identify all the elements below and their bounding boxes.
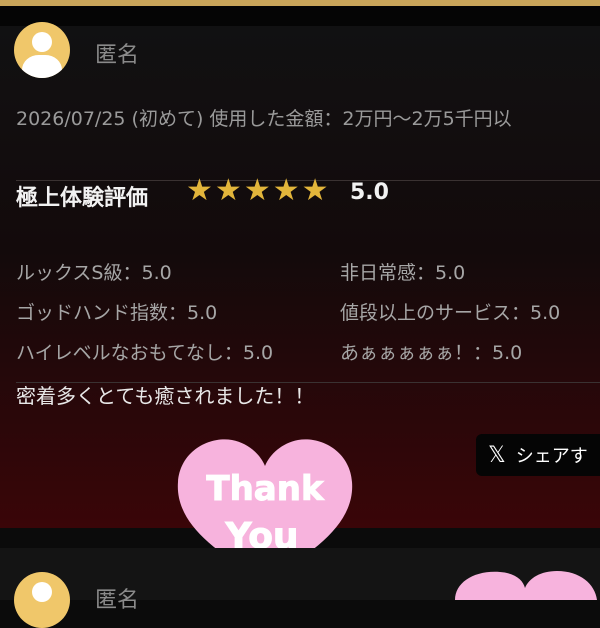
star-icon: ★	[214, 173, 242, 208]
review-comment: 密着多くとても癒されました！！	[16, 384, 315, 408]
reviewer-name: 匿名	[95, 588, 140, 613]
heart-sticker	[455, 571, 597, 600]
attribute-item: 値段以上のサービス：5.0	[340, 302, 561, 324]
sticker-text: Thank	[206, 469, 325, 509]
reviewer-name: 匿名	[95, 43, 140, 68]
star-icon: ★	[272, 173, 300, 208]
star-icon: ★	[243, 173, 271, 208]
user-avatar-icon	[14, 22, 70, 78]
user-avatar-icon	[14, 572, 70, 628]
attribute-item: ハイレベルなおもてなし：5.0	[16, 342, 274, 364]
share-button[interactable]: 𝕏 シェアす	[476, 434, 600, 476]
star-icon: ★	[186, 173, 213, 208]
x-logo-icon: 𝕏	[488, 442, 506, 468]
attribute-item: ルックスS級：5.0	[16, 262, 172, 284]
rating-title: 極上体験評価	[16, 186, 149, 211]
star-rating: ★ ★ ★ ★ ★	[186, 176, 329, 206]
top-strip	[0, 6, 600, 26]
attribute-item: 非日常感：5.0	[340, 262, 466, 284]
star-icon: ★	[301, 173, 329, 208]
attribute-item: ゴッドハンド指数：5.0	[16, 302, 218, 324]
rating-score: 5.0	[350, 180, 389, 205]
share-label: シェアす	[515, 446, 588, 467]
review-meta: 2026/07/25 (初めて) 使用した金額：2万円〜2万5千円以	[16, 108, 512, 130]
attribute-item: あぁぁぁぁぁ！：5.0	[340, 342, 523, 364]
